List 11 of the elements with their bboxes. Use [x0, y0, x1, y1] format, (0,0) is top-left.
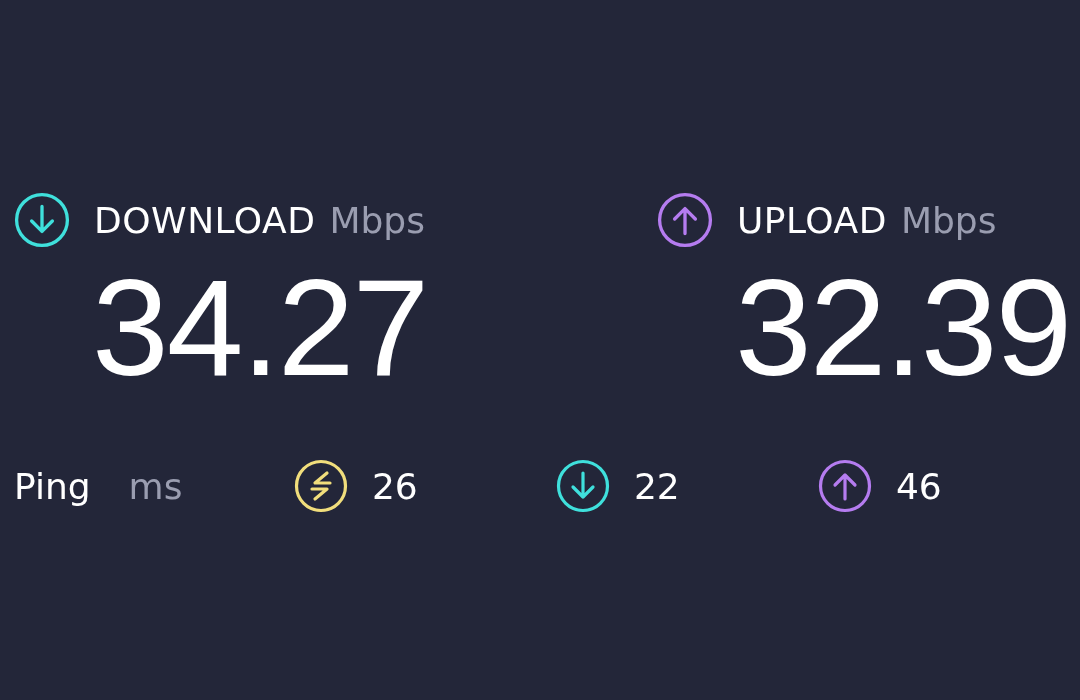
- speed-value: 32.39: [735, 258, 1071, 396]
- speed-value: 34.27: [92, 258, 428, 396]
- ping-label: Ping: [14, 465, 92, 507]
- ping-value: 26: [371, 465, 418, 507]
- metric-label: UPLOAD: [737, 199, 887, 241]
- unit-label: ms: [128, 465, 184, 507]
- ping-value: 46: [895, 465, 942, 507]
- unit-label: Mbps: [900, 199, 997, 241]
- metric-label: DOWNLOAD: [94, 199, 316, 241]
- ping-value: 22: [633, 465, 680, 507]
- unit-label: Mbps: [329, 199, 425, 241]
